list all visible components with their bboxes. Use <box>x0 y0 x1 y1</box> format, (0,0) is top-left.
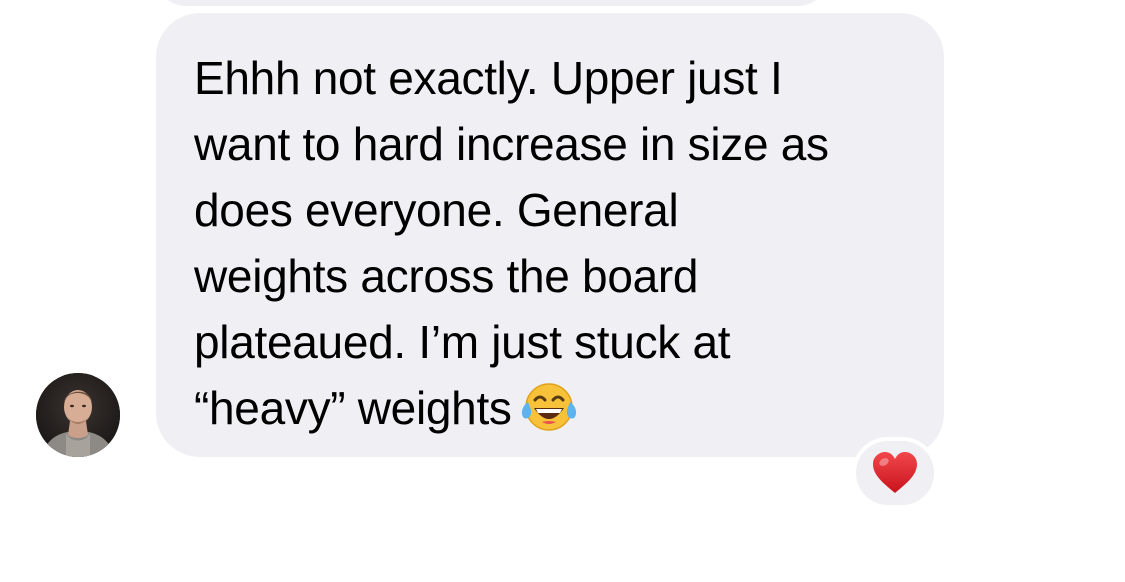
message-line: weights across the board <box>194 250 699 302</box>
message-line: “heavy” weights <box>194 382 512 434</box>
heart-icon <box>873 452 917 493</box>
message-line: Ehhh not exactly. Upper just I <box>194 52 783 104</box>
sender-avatar[interactable] <box>36 373 120 457</box>
message-line: plateaued. I’m just stuck at <box>194 316 731 368</box>
message-line: want to hard increase in size as <box>194 118 829 170</box>
reaction-badge[interactable] <box>852 437 938 509</box>
message-line: does everyone. General <box>194 184 679 236</box>
message-row: Ehhh not exactly. Upper just I want to h… <box>0 0 1125 582</box>
message-bubble[interactable]: Ehhh not exactly. Upper just I want to h… <box>156 13 944 457</box>
avatar-photo <box>36 373 120 457</box>
message-text: Ehhh not exactly. Upper just I want to h… <box>194 45 924 449</box>
face-with-tears-of-joy-icon <box>520 380 578 449</box>
